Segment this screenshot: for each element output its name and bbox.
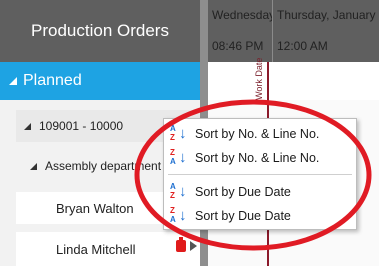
resource-name: Linda Mitchell [56, 241, 136, 257]
annotation-ellipse [134, 99, 372, 251]
resource-name: Bryan Walton [56, 200, 134, 216]
order-label: 109001 - 10000 [39, 119, 124, 133]
work-date-label: Work Date [254, 57, 264, 100]
collapse-triangle-icon[interactable] [24, 122, 31, 130]
timeline-column-time: 08:46 PM [212, 39, 264, 53]
timeline-column-2: Thursday, January 12:00 AM [273, 0, 379, 62]
panel-header: Production Orders [0, 0, 200, 62]
timeline-column-date: Thursday, January [277, 8, 376, 22]
planned-group-header[interactable]: Planned [0, 62, 200, 100]
collapse-triangle-icon[interactable] [30, 162, 37, 170]
planned-label: Planned [23, 72, 82, 89]
timeline-column-1: Wednesday 08:46 PM [208, 0, 272, 62]
panel-title: Production Orders [31, 21, 169, 40]
collapse-triangle-icon[interactable] [9, 77, 17, 85]
timeline-column-date: Wednesday [212, 8, 272, 22]
gantt-area [208, 62, 379, 100]
timeline-column-time: 12:00 AM [277, 39, 328, 53]
